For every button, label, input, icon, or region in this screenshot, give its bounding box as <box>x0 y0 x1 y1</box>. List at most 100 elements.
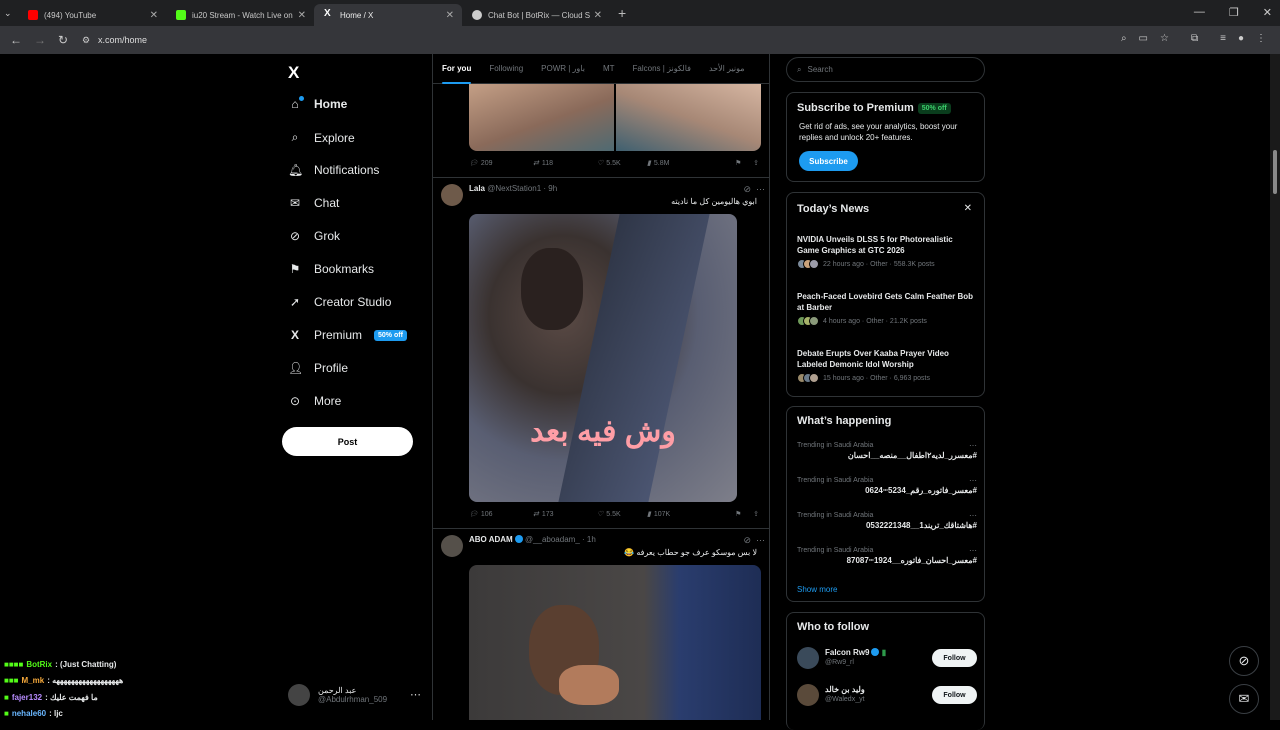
subscribe-button[interactable]: Subscribe <box>799 151 858 171</box>
reload-icon[interactable]: ↻ <box>58 33 72 47</box>
tab-mt[interactable]: MT <box>603 64 615 73</box>
share-icon[interactable]: ⇪ <box>753 510 759 518</box>
minimize-icon[interactable]: — <box>1194 6 1205 19</box>
nav-home[interactable]: ⌂ Home <box>288 96 347 111</box>
nav-explore[interactable]: ⌕ Explore <box>288 130 355 145</box>
nav-creator-studio[interactable]: ➚ Creator Studio <box>288 295 391 309</box>
site-info-icon[interactable]: ⚙ <box>82 35 96 46</box>
more-dots-icon[interactable]: ⋯ <box>410 688 421 701</box>
browser-tab-x[interactable]: X Home / X ✕ <box>314 4 462 26</box>
avatar[interactable] <box>441 184 463 206</box>
nav-grok[interactable]: ⊘ Grok <box>288 229 340 243</box>
trend-item[interactable]: Trending in Saudi Arabia ⋯ #معسر_احسان_فات… <box>797 546 977 565</box>
tab-for-you[interactable]: For you <box>442 64 472 84</box>
tab-list[interactable]: مونير الأحد <box>709 64 745 73</box>
grok-icon[interactable]: ⊘ <box>743 184 751 194</box>
tweet-media-video[interactable]: وش فيه بعد <box>469 214 737 502</box>
nav-notifications[interactable]: 🔔︎ Notifications <box>288 163 379 177</box>
avatar[interactable] <box>441 535 463 557</box>
forward-icon[interactable]: → <box>34 33 48 47</box>
tab-following[interactable]: Following <box>489 64 523 73</box>
tab-falcons[interactable]: Falcons | فالكونز <box>633 64 691 73</box>
browser-tab-kick[interactable]: iu20 Stream - Watch Live on Ki ✕ <box>166 4 314 26</box>
trend-item[interactable]: Trending in Saudi Arabia ⋯ #هاشتاقك_تريند1… <box>797 511 977 530</box>
x-logo[interactable]: X <box>288 63 299 83</box>
extensions-icon[interactable]: ⧉ <box>1191 33 1198 44</box>
close-icon[interactable]: ✕ <box>594 10 602 21</box>
repost-button[interactable]: ⇄ 118 <box>533 159 597 168</box>
follow-button[interactable]: Follow <box>932 686 977 704</box>
tweet-time[interactable]: · 9h <box>543 184 557 193</box>
menu-icon[interactable]: ⋮ <box>1256 33 1266 44</box>
scrollbar-thumb[interactable] <box>1273 150 1277 194</box>
nav-chat[interactable]: ✉ Chat <box>288 196 339 210</box>
author-handle[interactable]: @NextStation1 <box>487 184 541 193</box>
cast-icon[interactable]: ▭ <box>1139 33 1148 44</box>
url-field[interactable]: x.com/home <box>98 35 147 45</box>
follow-suggestion[interactable]: Falcon Rw9 ▮ @Rw9_rl Follow <box>797 647 977 671</box>
close-icon[interactable]: ✕ <box>446 10 454 21</box>
new-tab-icon[interactable]: + <box>618 5 626 21</box>
more-dots-icon[interactable]: ⋯ <box>756 184 765 194</box>
nav-profile[interactable]: 👤︎ Profile <box>288 361 348 375</box>
avatar[interactable] <box>797 647 819 669</box>
news-item[interactable]: Peach-Faced Lovebird Gets Calm Feather B… <box>797 291 977 326</box>
tweet[interactable]: ABO ADAM @__aboadam_ · 1h ⊘ ⋯ لا بس موسك… <box>441 535 765 557</box>
profile-avatar-icon[interactable]: ● <box>1238 33 1244 44</box>
nav-premium[interactable]: X Premium 50% off <box>288 328 407 342</box>
account-switcher[interactable]: عبد الرحمن @Abdulrhman_509 ⋯ <box>288 684 421 706</box>
news-item[interactable]: NVIDIA Unveils DLSS 5 for Photorealistic… <box>797 234 977 269</box>
more-dots-icon[interactable]: ⋯ <box>969 441 977 450</box>
zoom-icon[interactable]: ⌕ <box>1121 33 1127 44</box>
nav-more[interactable]: ⊙ More <box>288 394 341 408</box>
news-item[interactable]: Debate Erupts Over Kaaba Prayer Video La… <box>797 348 977 383</box>
tweet-media-photo[interactable] <box>469 84 761 151</box>
more-dots-icon[interactable]: ⋯ <box>756 535 765 545</box>
heart-icon: ♡ <box>597 160 604 167</box>
messages-float-button[interactable]: ✉ <box>1229 684 1259 714</box>
bookmark-button[interactable]: ⚑ <box>735 510 753 518</box>
show-more-link[interactable]: Show more <box>797 585 837 594</box>
tab-powr[interactable]: POWR | باور <box>541 64 585 73</box>
more-dots-icon[interactable]: ⋯ <box>969 476 977 485</box>
close-icon[interactable]: ✕ <box>150 10 158 21</box>
follow-suggestion[interactable]: وليد بن خالد @Waledx_yt Follow <box>797 684 977 708</box>
post-button[interactable]: Post <box>282 427 413 456</box>
close-icon[interactable]: ✕ <box>964 203 972 214</box>
maximize-icon[interactable]: ❐ <box>1229 6 1239 19</box>
trend-item[interactable]: Trending in Saudi Arabia ⋯ #معسرر_لديه٢اطف… <box>797 441 977 460</box>
bookmark-button[interactable]: ⚑ <box>735 159 753 167</box>
follow-button[interactable]: Follow <box>932 649 977 667</box>
search-input[interactable]: ⌕ Search <box>786 57 985 82</box>
browser-tab-youtube[interactable]: (494) YouTube ✕ <box>18 4 166 26</box>
scrollbar[interactable] <box>1270 54 1280 720</box>
tab-list-icon[interactable]: ⌄ <box>4 8 18 19</box>
views-button[interactable]: ▮ 107K <box>647 510 719 519</box>
close-icon[interactable]: ✕ <box>298 10 306 21</box>
grok-icon[interactable]: ⊘ <box>743 535 751 545</box>
author-name[interactable]: ABO ADAM <box>469 535 513 544</box>
browser-tab-botrix[interactable]: Chat Bot | BotRix — Cloud Strea ✕ <box>462 4 610 26</box>
share-icon[interactable]: ⇪ <box>753 159 759 167</box>
reply-button[interactable]: 💬︎ 106 <box>469 510 533 519</box>
author-name[interactable]: Lala <box>469 184 485 193</box>
tweet-media-video[interactable] <box>469 565 761 720</box>
more-dots-icon[interactable]: ⋯ <box>969 546 977 555</box>
repost-button[interactable]: ⇄ 173 <box>533 510 597 519</box>
tweet-time[interactable]: · 1h <box>582 535 596 544</box>
window-close-icon[interactable]: ✕ <box>1263 6 1272 19</box>
avatar[interactable] <box>797 684 819 706</box>
grok-float-button[interactable]: ⊘ <box>1229 646 1259 676</box>
back-icon[interactable]: ← <box>10 33 24 47</box>
media-icon[interactable]: ≡ <box>1220 33 1226 44</box>
views-button[interactable]: ▮ 5.8M <box>647 159 719 168</box>
trend-item[interactable]: Trending in Saudi Arabia ⋯ #معسر_فاتوره_رق… <box>797 476 977 495</box>
like-button[interactable]: ♡ 5.5K <box>597 510 647 519</box>
tweet[interactable]: Lala @NextStation1 · 9h ⊘ ⋯ ابوي هاليومي… <box>441 184 765 206</box>
more-dots-icon[interactable]: ⋯ <box>969 511 977 520</box>
nav-bookmarks[interactable]: ⚑ Bookmarks <box>288 262 374 276</box>
reply-button[interactable]: 💬︎ 209 <box>469 159 533 168</box>
author-handle[interactable]: @__aboadam_ <box>525 535 580 544</box>
star-icon[interactable]: ☆ <box>1160 33 1169 44</box>
like-button[interactable]: ♡ 5.5K <box>597 159 647 168</box>
